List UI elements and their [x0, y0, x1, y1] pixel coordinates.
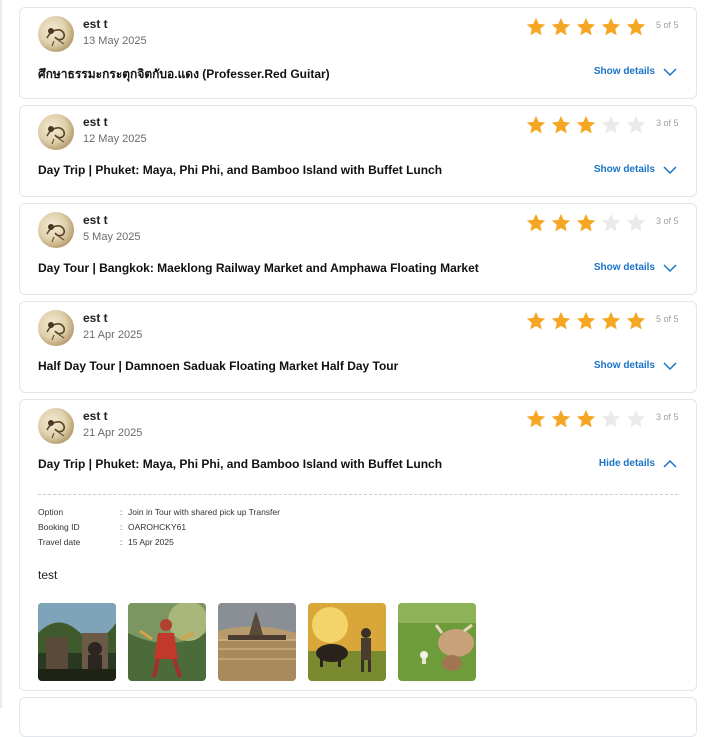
- farmer-buffalo-photo[interactable]: [308, 603, 386, 681]
- tour-title: Day Tour | Bangkok: Maeklong Railway Mar…: [38, 261, 479, 275]
- avatar: [38, 212, 74, 248]
- travel-date-value: 15 Apr 2025: [128, 537, 174, 547]
- review-card: [19, 697, 697, 737]
- star-rating: [525, 310, 647, 332]
- review-date: 5 May 2025: [83, 231, 141, 243]
- chevron-down-icon: [663, 165, 677, 174]
- rating-text: 5 of 5: [656, 20, 679, 30]
- star-rating: [525, 408, 647, 430]
- star-filled-icon: [576, 311, 596, 330]
- travel-date-row: Travel date : 15 Apr 2025: [38, 537, 174, 547]
- temple-river-sunset-photo[interactable]: [218, 603, 296, 681]
- reviewer-name: est t: [83, 311, 108, 325]
- review-card: est t 13 May 2025 5 of 5 ศึกษาธรรมะกระตุ…: [19, 7, 697, 99]
- rating-text: 5 of 5: [656, 314, 679, 324]
- details-divider: [38, 494, 678, 495]
- reviewer-name: est t: [83, 115, 108, 129]
- star-filled-icon: [551, 213, 571, 232]
- rating-text: 3 of 5: [656, 216, 679, 226]
- rating-text: 3 of 5: [656, 118, 679, 128]
- star-filled-icon: [626, 311, 646, 330]
- star-empty-icon: [626, 213, 646, 232]
- tour-title: Day Trip | Phuket: Maya, Phi Phi, and Ba…: [38, 457, 443, 471]
- toggle-label: Show details: [593, 360, 655, 371]
- star-filled-icon: [526, 311, 546, 330]
- star-filled-icon: [551, 115, 571, 134]
- star-filled-icon: [526, 17, 546, 36]
- star-empty-icon: [601, 409, 621, 428]
- star-filled-icon: [601, 17, 621, 36]
- avatar: [38, 16, 74, 52]
- star-filled-icon: [576, 17, 596, 36]
- chevron-down-icon: [663, 263, 677, 272]
- star-filled-icon: [526, 115, 546, 134]
- chevron-down-icon: [663, 361, 677, 370]
- star-filled-icon: [526, 213, 546, 232]
- star-filled-icon: [551, 409, 571, 428]
- review-card: est t 5 May 2025 3 of 5 Day Tour | Bangk…: [19, 203, 697, 295]
- hide-details-button[interactable]: Hide details: [599, 458, 677, 469]
- review-date: 21 Apr 2025: [83, 427, 143, 439]
- show-details-button[interactable]: Show details: [594, 262, 677, 273]
- thai-dancer-photo[interactable]: [128, 603, 206, 681]
- booking-id-label: Booking ID: [38, 522, 80, 532]
- star-empty-icon: [626, 115, 646, 134]
- avatar: [38, 310, 74, 346]
- reviewer-name: est t: [83, 409, 108, 423]
- booking-id-value: OAROHCKY61: [128, 522, 187, 532]
- option-label: Option: [38, 507, 64, 517]
- star-empty-icon: [601, 213, 621, 232]
- star-filled-icon: [526, 409, 546, 428]
- star-filled-icon: [551, 17, 571, 36]
- avatar: [38, 114, 74, 150]
- star-filled-icon: [576, 213, 596, 232]
- show-details-button[interactable]: Show details: [594, 164, 677, 175]
- review-date: 21 Apr 2025: [83, 329, 143, 341]
- review-card: est t 21 Apr 2025 5 of 5 Half Day Tour |…: [19, 301, 697, 393]
- toggle-label: Show details: [593, 164, 655, 175]
- toggle-label: Hide details: [598, 458, 655, 469]
- reviewer-name: est t: [83, 17, 108, 31]
- star-filled-icon: [626, 17, 646, 36]
- tour-title: Half Day Tour | Damnoen Saduak Floating …: [38, 359, 399, 373]
- toggle-label: Show details: [593, 66, 655, 77]
- review-card-expanded: est t 21 Apr 2025 3 of 5 Day Trip | Phuk…: [19, 399, 697, 691]
- option-row: Option : Join in Tour with shared pick u…: [38, 507, 280, 517]
- review-card: est t 12 May 2025 3 of 5 Day Trip | Phuk…: [19, 105, 697, 197]
- chevron-down-icon: [663, 67, 677, 76]
- review-date: 12 May 2025: [83, 133, 147, 145]
- travel-date-label: Travel date: [38, 537, 81, 547]
- colon: :: [120, 507, 123, 517]
- review-text: test: [38, 568, 58, 582]
- star-rating: [525, 16, 647, 38]
- review-photos: [38, 603, 476, 681]
- star-empty-icon: [626, 409, 646, 428]
- star-filled-icon: [576, 115, 596, 134]
- tour-title: Day Trip | Phuket: Maya, Phi Phi, and Ba…: [38, 163, 443, 177]
- option-value: Join in Tour with shared pick up Transfe…: [128, 507, 280, 517]
- colon: :: [120, 522, 123, 532]
- colon: :: [120, 537, 123, 547]
- show-details-button[interactable]: Show details: [594, 360, 677, 371]
- page-left-edge: [0, 0, 2, 708]
- show-details-button[interactable]: Show details: [594, 66, 677, 77]
- star-filled-icon: [601, 311, 621, 330]
- star-filled-icon: [551, 311, 571, 330]
- avatar: [38, 408, 74, 444]
- chevron-up-icon: [663, 459, 677, 468]
- star-rating: [525, 212, 647, 234]
- toggle-label: Show details: [593, 262, 655, 273]
- review-date: 13 May 2025: [83, 35, 147, 47]
- star-rating: [525, 114, 647, 136]
- temple-buddha-photo[interactable]: [38, 603, 116, 681]
- star-filled-icon: [576, 409, 596, 428]
- booking-id-row: Booking ID : OAROHCKY61: [38, 522, 186, 532]
- tour-title: ศึกษาธรรมะกระตุกจิตกับอ.แดง (Professer.R…: [38, 67, 330, 81]
- reviewer-name: est t: [83, 213, 108, 227]
- cow-field-photo[interactable]: [398, 603, 476, 681]
- star-empty-icon: [601, 115, 621, 134]
- rating-text: 3 of 5: [656, 412, 679, 422]
